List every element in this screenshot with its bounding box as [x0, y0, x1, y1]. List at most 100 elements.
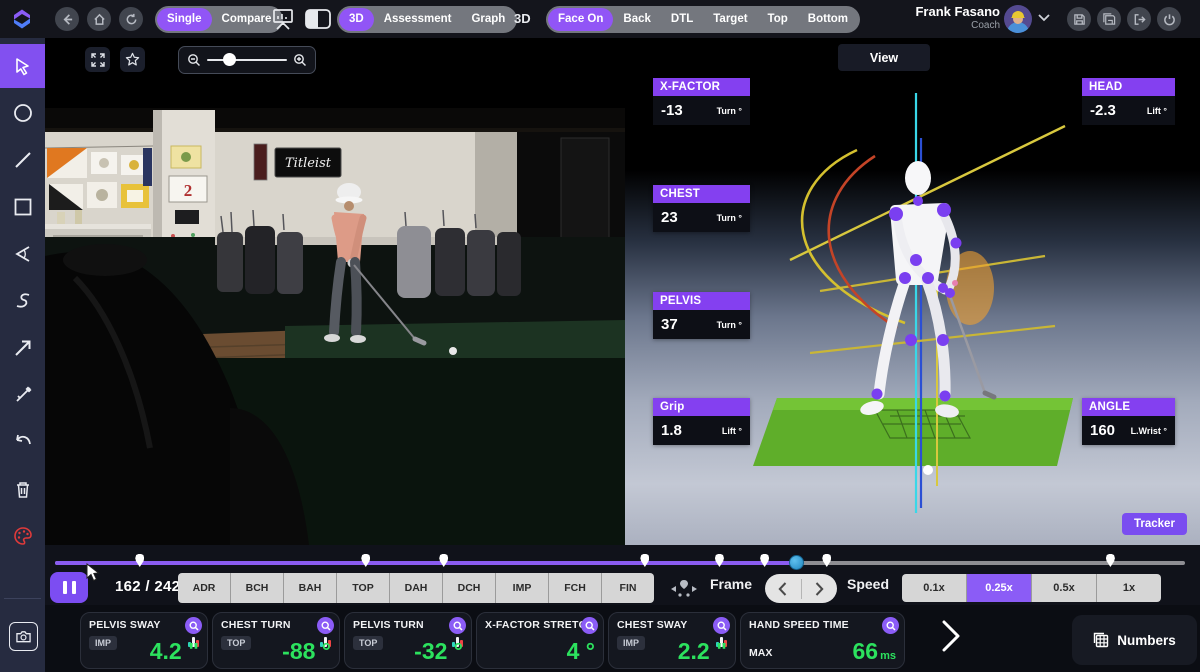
fullscreen-button[interactable] [85, 47, 110, 72]
metric-unit: ° [454, 638, 463, 664]
metric-card-x-factor-stretch[interactable]: X-FACTOR STRETCH 4 ° [476, 612, 604, 669]
back-button[interactable] [55, 7, 79, 31]
save-button[interactable] [1067, 7, 1091, 31]
zoom-slider[interactable] [207, 59, 287, 62]
event-dch-button[interactable]: DCH [443, 573, 496, 603]
save-all-button[interactable] [1097, 7, 1121, 31]
metric-card-chest-sway[interactable]: CHEST SWAY IMP 2.2 " [608, 612, 736, 669]
viz-graph-button[interactable]: Graph [461, 8, 515, 31]
avatar[interactable] [1004, 5, 1032, 33]
home-button[interactable] [87, 7, 111, 31]
camera-target-button[interactable]: Target [703, 8, 757, 31]
event-dah-button[interactable]: DAH [390, 573, 443, 603]
timeline-event-marker[interactable] [135, 554, 144, 567]
frame-counter: 162 / 242 [115, 578, 180, 595]
frame-prev-button[interactable] [765, 574, 801, 603]
favorite-button[interactable] [120, 47, 145, 72]
3d-viewer-panel[interactable]: View X-FACTOR -13Turn ° CHEST 23Turn ° P… [625, 38, 1200, 545]
metric-card-chest-turn[interactable]: CHEST TURN TOP -88 ° [212, 612, 340, 669]
measure-box-chest: CHEST 23Turn ° [653, 185, 750, 232]
inspect-metric-button[interactable] [713, 617, 730, 634]
event-adr-button[interactable]: ADR [178, 573, 231, 603]
metric-card-hand-speed-time[interactable]: HAND SPEED TIME MAX 66ms [740, 612, 905, 669]
delete-tool[interactable] [0, 467, 45, 511]
measure-box-x-factor: X-FACTOR -13Turn ° [653, 78, 750, 125]
metric-event-badge: TOP [221, 636, 251, 650]
app-logo-icon[interactable] [10, 7, 34, 31]
metric-unit: " [716, 638, 727, 664]
inspect-metric-button[interactable] [882, 617, 899, 634]
viz-assessment-button[interactable]: Assessment [374, 8, 462, 31]
arrow-tool[interactable] [0, 326, 45, 370]
circle-tool[interactable] [0, 91, 45, 135]
metric-value: 2.2 [678, 638, 710, 664]
angle-tool[interactable] [0, 232, 45, 276]
timeline-event-marker[interactable] [760, 554, 769, 567]
mat-highlight [773, 398, 1073, 410]
viz-3d-button[interactable]: 3D [339, 8, 374, 31]
measure-label: X-FACTOR [653, 78, 750, 96]
mode-single-button[interactable]: Single [157, 8, 212, 31]
floppy-stack-icon [1102, 12, 1116, 26]
event-top-button[interactable]: TOP [337, 573, 390, 603]
timeline-event-marker[interactable] [1106, 554, 1115, 567]
speed-0.25x-button[interactable]: 0.25x [967, 574, 1032, 602]
inspect-metric-button[interactable] [449, 617, 466, 634]
tracker-button[interactable]: Tracker [1122, 513, 1187, 535]
zoom-out-icon[interactable] [187, 53, 201, 67]
undo-tool[interactable] [0, 420, 45, 464]
timeline-track[interactable] [55, 556, 1185, 570]
timeline-event-marker[interactable] [439, 554, 448, 567]
measure-value: -2.3 [1090, 102, 1116, 119]
camera-face-on-button[interactable]: Face On [548, 8, 613, 31]
pause-button[interactable] [50, 572, 88, 603]
zoom-slider-handle[interactable] [223, 53, 236, 66]
power-button[interactable] [1157, 7, 1181, 31]
event-fin-button[interactable]: FIN [602, 573, 654, 603]
swing-video-frame[interactable]: 2 Titleist [45, 108, 625, 545]
rectangle-tool[interactable] [0, 185, 45, 229]
event-imp-button[interactable]: IMP [496, 573, 549, 603]
timeline-playhead[interactable] [789, 555, 804, 570]
inspect-metric-button[interactable] [581, 617, 598, 634]
sign-text: Titleist [285, 156, 332, 171]
camera-top-button[interactable]: Top [758, 8, 798, 31]
select-tool[interactable] [0, 44, 45, 88]
numbers-button[interactable]: Numbers [1072, 615, 1197, 665]
event-bch-button[interactable]: BCH [231, 573, 284, 603]
camera-back-button[interactable]: Back [613, 8, 661, 31]
view-button[interactable]: View [838, 44, 930, 71]
speed-0.1x-button[interactable]: 0.1x [902, 574, 967, 602]
timeline-event-marker[interactable] [361, 554, 370, 567]
frame-next-button[interactable] [802, 574, 838, 603]
measure-label: PELVIS [653, 292, 750, 310]
metric-card-pelvis-turn[interactable]: PELVIS TURN TOP -32 ° [344, 612, 472, 669]
pen-tool[interactable] [0, 373, 45, 417]
measure-label: Grip [653, 398, 750, 416]
timeline-event-marker[interactable] [640, 554, 649, 567]
speed-0.5x-button[interactable]: 0.5x [1032, 574, 1097, 602]
sign-out-button[interactable] [1127, 7, 1151, 31]
event-marker-mode-icon[interactable] [670, 578, 698, 600]
chevron-down-icon[interactable] [1038, 14, 1050, 22]
swing-event-buttons: ADR BCH BAH TOP DAH DCH IMP FCH FIN [178, 573, 654, 603]
camera-capture-button[interactable] [9, 622, 38, 651]
inspect-metric-button[interactable] [317, 617, 334, 634]
color-palette-tool[interactable] [0, 514, 45, 558]
inspect-metric-button[interactable] [185, 617, 202, 634]
curve-tool[interactable] [0, 279, 45, 323]
metric-card-pelvis-sway[interactable]: PELVIS SWAY IMP 4.2 " [80, 612, 208, 669]
speed-1x-button[interactable]: 1x [1097, 574, 1161, 602]
event-fch-button[interactable]: FCH [549, 573, 602, 603]
camera-dtl-button[interactable]: DTL [661, 8, 703, 31]
line-tool[interactable] [0, 138, 45, 182]
zoom-in-icon[interactable] [293, 53, 307, 67]
presentation-icon[interactable] [271, 8, 295, 31]
refresh-button[interactable] [119, 7, 143, 31]
camera-bottom-button[interactable]: Bottom [798, 8, 858, 31]
timeline-event-marker[interactable] [822, 554, 831, 567]
next-metrics-button[interactable] [940, 619, 962, 653]
timeline-event-marker[interactable] [715, 554, 724, 567]
event-bah-button[interactable]: BAH [284, 573, 337, 603]
split-view-icon[interactable] [305, 9, 331, 29]
